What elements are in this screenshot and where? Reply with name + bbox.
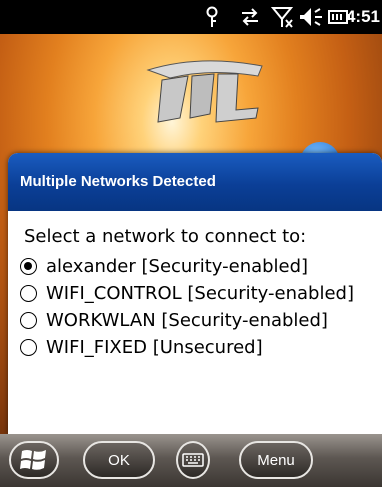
network-option-wifi-control[interactable]: WIFI_CONTROL [Security-enabled]: [20, 280, 382, 307]
radio-selected-icon[interactable]: [20, 258, 37, 275]
radio-icon[interactable]: [20, 339, 37, 356]
brand-logo: [146, 60, 263, 123]
keyboard-icon: [182, 453, 204, 467]
data-sync-icon: [238, 0, 262, 34]
radio-icon[interactable]: [20, 312, 37, 329]
antenna-icon: [199, 0, 225, 34]
windows-flag-icon: [20, 450, 46, 470]
keyboard-button[interactable]: [176, 441, 210, 479]
dialog-body: Select a network to connect to: alexande…: [8, 211, 382, 361]
network-option-workwlan[interactable]: WORKWLAN [Security-enabled]: [20, 307, 382, 334]
status-bar: 4:51: [0, 0, 382, 34]
ok-button[interactable]: OK: [83, 441, 155, 479]
network-option-label: alexander [Security-enabled]: [46, 256, 309, 277]
network-option-label: WIFI_FIXED [Unsecured]: [46, 337, 263, 358]
network-option-label: WIFI_CONTROL [Security-enabled]: [46, 283, 354, 304]
no-signal-icon: [270, 0, 296, 34]
clock: 4:51: [345, 7, 380, 26]
dialog-prompt: Select a network to connect to:: [24, 226, 307, 247]
volume-icon: [298, 0, 326, 34]
dialog-title: Multiple Networks Detected: [8, 153, 382, 211]
start-button[interactable]: [9, 441, 59, 479]
taskbar: OK Menu: [0, 434, 382, 487]
network-option-wifi-fixed[interactable]: WIFI_FIXED [Unsecured]: [20, 334, 382, 361]
radio-icon[interactable]: [20, 285, 37, 302]
network-option-label: WORKWLAN [Security-enabled]: [46, 310, 328, 331]
network-option-alexander[interactable]: alexander [Security-enabled]: [20, 253, 382, 280]
menu-button[interactable]: Menu: [239, 441, 313, 479]
network-dialog: Multiple Networks Detected Select a netw…: [8, 153, 382, 435]
